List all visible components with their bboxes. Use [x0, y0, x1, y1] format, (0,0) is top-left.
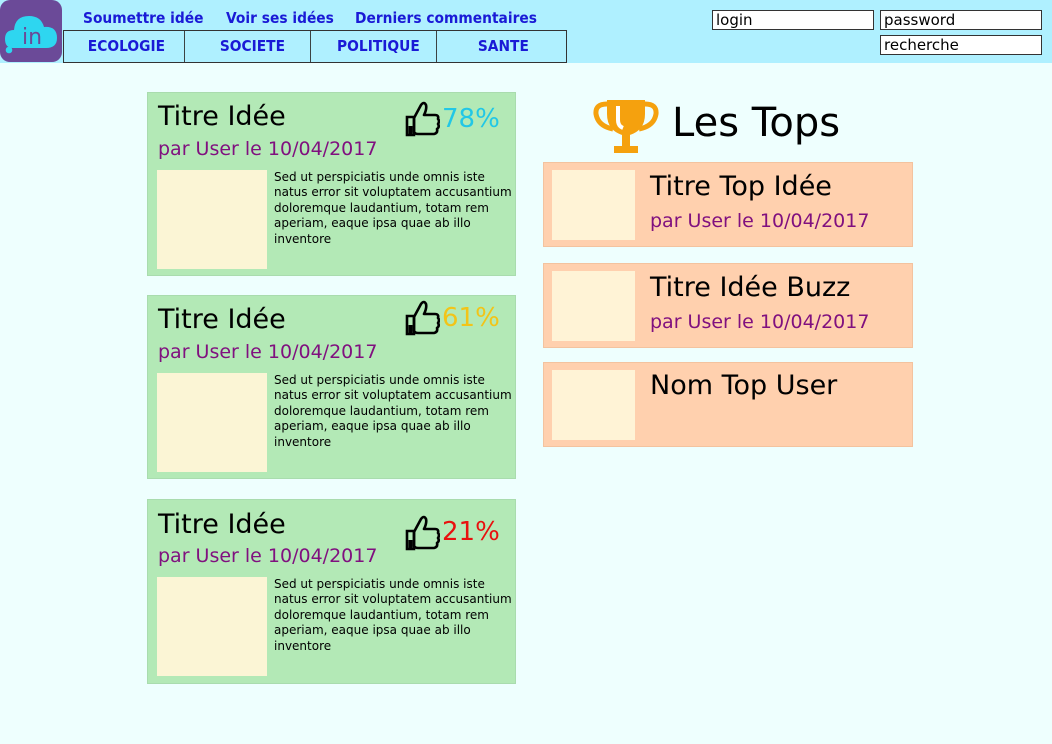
top-idea-title: Titre Top Idée [650, 171, 832, 202]
logo-text: in [22, 25, 42, 50]
top-header: in Soumettre idée Voir ses idées Dernier… [0, 0, 1052, 63]
password-input[interactable]: password [880, 10, 1042, 30]
idea-title: Titre Idée [158, 304, 286, 335]
buzz-idea-title: Titre Idée Buzz [650, 272, 851, 303]
idea-byline: par User le 10/04/2017 [158, 341, 378, 363]
category-societe[interactable]: SOCIETE [195, 31, 311, 62]
top-user-name: Nom Top User [650, 370, 838, 401]
approval-percent: 61% [442, 303, 500, 333]
thumbs-up-icon[interactable] [404, 100, 440, 138]
idea-byline: par User le 10/04/2017 [158, 138, 378, 160]
category-sante[interactable]: SANTE [446, 31, 561, 62]
login-input[interactable]: login [712, 10, 874, 30]
idea-card[interactable]: Titre Idée par User le 10/04/2017 78% Se… [147, 92, 516, 276]
idea-excerpt: Sed ut perspiciatis unde omnis iste natu… [274, 373, 512, 449]
top-user-avatar [552, 370, 635, 440]
top-idea-image [552, 170, 635, 240]
category-politique[interactable]: POLITIQUE [321, 31, 437, 62]
idea-image [157, 373, 267, 472]
app-logo[interactable]: in [0, 0, 62, 62]
top-idea-card[interactable]: Titre Top Idée par User le 10/04/2017 [543, 162, 913, 247]
buzz-idea-image [552, 271, 635, 341]
trophy-icon [593, 100, 659, 153]
idea-title: Titre Idée [158, 101, 286, 132]
latest-comments-link[interactable]: Derniers commentaires [355, 9, 537, 27]
idea-excerpt: Sed ut perspiciatis unde omnis iste natu… [274, 170, 512, 246]
approval-percent: 78% [442, 104, 500, 134]
cloud-icon: in [5, 16, 57, 54]
buzz-idea-byline: par User le 10/04/2017 [650, 311, 870, 333]
submit-idea-link[interactable]: Soumettre idée [83, 9, 203, 27]
idea-image [157, 170, 267, 269]
my-ideas-link[interactable]: Voir ses idées [226, 9, 334, 27]
thumbs-up-icon[interactable] [404, 299, 440, 337]
idea-image [157, 577, 267, 676]
search-input[interactable]: recherche [880, 35, 1042, 55]
top-user-card[interactable]: Nom Top User [543, 362, 913, 447]
category-bar: ECOLOGIE SOCIETE POLITIQUE SANTE [63, 30, 567, 63]
idea-excerpt: Sed ut perspiciatis unde omnis iste natu… [274, 577, 512, 653]
category-ecologie[interactable]: ECOLOGIE [69, 31, 185, 62]
thumbs-up-icon[interactable] [404, 514, 440, 552]
tops-heading: Les Tops [672, 100, 841, 146]
idea-byline: par User le 10/04/2017 [158, 545, 378, 567]
buzz-idea-card[interactable]: Titre Idée Buzz par User le 10/04/2017 [543, 263, 913, 348]
idea-title: Titre Idée [158, 509, 286, 540]
approval-percent: 21% [442, 517, 500, 547]
idea-card[interactable]: Titre Idée par User le 10/04/2017 61% Se… [147, 295, 516, 479]
top-idea-byline: par User le 10/04/2017 [650, 210, 870, 232]
idea-card[interactable]: Titre Idée par User le 10/04/2017 21% Se… [147, 499, 516, 684]
